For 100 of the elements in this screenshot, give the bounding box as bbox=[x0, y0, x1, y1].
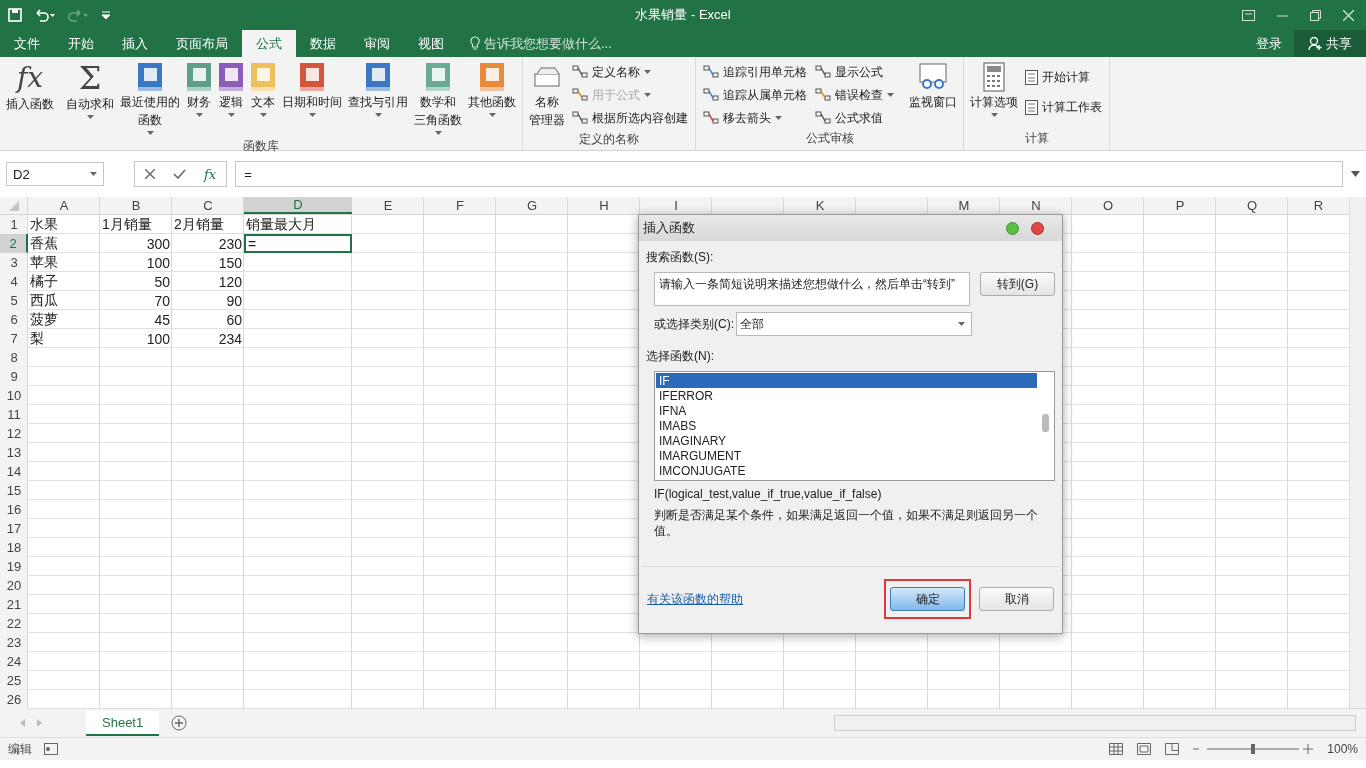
ribbon-button[interactable]: 根据所选内容创建 bbox=[569, 108, 691, 128]
column-header[interactable]: N bbox=[1000, 197, 1072, 214]
scroll-thumb[interactable] bbox=[1042, 414, 1049, 432]
cancel-button[interactable]: 取消 bbox=[979, 587, 1054, 611]
ribbon-button[interactable]: 逻辑 bbox=[216, 59, 246, 138]
column-header[interactable]: P bbox=[1144, 197, 1216, 214]
column-header[interactable]: K bbox=[784, 197, 856, 214]
column-header[interactable]: F bbox=[424, 197, 496, 214]
column-header[interactable]: H bbox=[568, 197, 640, 214]
row-header[interactable]: 15 bbox=[0, 481, 28, 500]
ribbon-button[interactable]: 日期和时间 bbox=[280, 59, 344, 138]
undo-icon[interactable] bbox=[34, 8, 56, 22]
function-item[interactable]: IMARGUMENT bbox=[656, 448, 1037, 463]
ribbon-button[interactable]: 显示公式 bbox=[812, 62, 897, 82]
column-header[interactable]: A bbox=[28, 197, 100, 214]
zoom-level[interactable]: 100% bbox=[1327, 742, 1358, 756]
function-item[interactable]: IMCONJUGATE bbox=[656, 463, 1037, 478]
restore-icon[interactable] bbox=[1310, 9, 1321, 21]
column-header[interactable]: E bbox=[352, 197, 424, 214]
column-header[interactable]: Q bbox=[1216, 197, 1288, 214]
macro-record-icon[interactable] bbox=[44, 743, 58, 755]
share-button[interactable]: 共享 bbox=[1294, 30, 1366, 57]
row-header[interactable]: 19 bbox=[0, 557, 28, 576]
row-header[interactable]: 6 bbox=[0, 310, 28, 329]
category-dropdown[interactable]: 全部 bbox=[736, 312, 972, 336]
help-dot-icon[interactable] bbox=[1006, 221, 1019, 235]
tell-me-field[interactable]: 告诉我您想要做什么... bbox=[484, 34, 612, 53]
ribbon-button[interactable]: 移去箭头 bbox=[700, 108, 810, 128]
column-header[interactable]: C bbox=[172, 197, 244, 214]
calculation-options-button[interactable]: 计算选项 bbox=[968, 59, 1020, 130]
customize-icon[interactable] bbox=[102, 10, 110, 20]
cancel-icon[interactable] bbox=[145, 169, 155, 179]
ribbon-button[interactable]: 查找与引用 bbox=[346, 59, 410, 138]
page-break-icon[interactable] bbox=[1165, 743, 1180, 755]
row-header[interactable]: 12 bbox=[0, 424, 28, 443]
row-header[interactable]: 26 bbox=[0, 690, 28, 709]
row-header[interactable]: 25 bbox=[0, 671, 28, 690]
page-layout-icon[interactable] bbox=[1137, 743, 1152, 755]
slider-thumb[interactable] bbox=[1251, 744, 1256, 754]
ribbon-button[interactable]: 定义名称 bbox=[569, 62, 691, 82]
ribbon-button[interactable]: 开始计算 bbox=[1022, 67, 1105, 87]
column-header[interactable]: B bbox=[100, 197, 172, 214]
close-icon[interactable] bbox=[1031, 221, 1044, 235]
row-header[interactable]: 21 bbox=[0, 595, 28, 614]
row-header[interactable]: 17 bbox=[0, 519, 28, 538]
column-header[interactable]: G bbox=[496, 197, 568, 214]
vertical-scrollbar[interactable] bbox=[1349, 197, 1366, 708]
sheet-tab[interactable]: Sheet1 bbox=[86, 710, 160, 736]
ribbon-button[interactable]: 错误检查 bbox=[812, 85, 897, 105]
function-item[interactable]: IFERROR bbox=[656, 388, 1037, 403]
ribbon-button[interactable]: 数学和 三角函数 bbox=[412, 59, 464, 138]
go-button[interactable]: 转到(G) bbox=[980, 272, 1055, 296]
row-header[interactable]: 9 bbox=[0, 367, 28, 386]
function-item[interactable]: IMABS bbox=[656, 418, 1037, 433]
horizontal-scrollbar[interactable] bbox=[834, 715, 1356, 731]
ribbon-display-icon[interactable] bbox=[1242, 9, 1255, 21]
row-header[interactable]: 8 bbox=[0, 348, 28, 367]
insert-function-button[interactable]: fx bbox=[204, 166, 217, 182]
function-item[interactable]: IF bbox=[656, 373, 1037, 388]
ok-button[interactable]: 确定 bbox=[890, 587, 965, 611]
row-header[interactable]: 4 bbox=[0, 272, 28, 291]
function-item[interactable]: IMAGINARY bbox=[656, 433, 1037, 448]
normal-view-icon[interactable] bbox=[1109, 743, 1124, 755]
formula-input[interactable]: = bbox=[235, 161, 1343, 187]
row-header[interactable]: 16 bbox=[0, 500, 28, 519]
column-header[interactable]: I bbox=[640, 197, 712, 214]
ribbon-tab[interactable]: 视图 bbox=[404, 30, 458, 57]
row-header[interactable]: 1 bbox=[0, 215, 28, 234]
ribbon-button[interactable]: 追踪从属单元格 bbox=[700, 85, 810, 105]
ribbon-button[interactable]: Σ 自动求和 bbox=[64, 59, 116, 138]
row-header[interactable]: 18 bbox=[0, 538, 28, 557]
check-icon[interactable] bbox=[173, 169, 186, 179]
ribbon-tab[interactable]: 公式 bbox=[242, 30, 296, 57]
ribbon-tab[interactable]: 数据 bbox=[296, 30, 350, 57]
ribbon-button[interactable]: 计算工作表 bbox=[1022, 97, 1105, 117]
ribbon-button[interactable]: 追踪引用单元格 bbox=[700, 62, 810, 82]
ribbon-tab[interactable]: 开始 bbox=[54, 30, 108, 57]
function-item[interactable]: IFNA bbox=[656, 403, 1037, 418]
column-header[interactable]: R bbox=[1288, 197, 1349, 214]
row-header[interactable]: 10 bbox=[0, 386, 28, 405]
ribbon-button[interactable]: 公式求值 bbox=[812, 108, 897, 128]
row-header[interactable]: 14 bbox=[0, 462, 28, 481]
watch-window-button[interactable]: 监视窗口 bbox=[907, 59, 959, 130]
add-sheet-icon[interactable] bbox=[171, 715, 188, 731]
expand-icon[interactable] bbox=[1351, 171, 1360, 177]
zoom-slider[interactable] bbox=[1193, 744, 1314, 754]
search-field[interactable]: 请输入一条简短说明来描述您想做什么，然后单击“转到” bbox=[654, 272, 970, 306]
column-header[interactable]: O bbox=[1072, 197, 1144, 214]
row-header[interactable]: 11 bbox=[0, 405, 28, 424]
ribbon-button[interactable]: fx 插入函数 bbox=[4, 59, 56, 138]
ribbon-button[interactable]: 文本 bbox=[248, 59, 278, 138]
row-header[interactable]: 24 bbox=[0, 652, 28, 671]
ribbon-tab[interactable]: 审阅 bbox=[350, 30, 404, 57]
row-header[interactable]: 3 bbox=[0, 253, 28, 272]
row-header[interactable]: 20 bbox=[0, 576, 28, 595]
save-icon[interactable] bbox=[8, 8, 22, 22]
ribbon-tab[interactable]: 页面布局 bbox=[162, 30, 242, 57]
ribbon-tab[interactable]: 文件 bbox=[0, 30, 54, 57]
name-manager-button[interactable]: 名称 管理器 bbox=[527, 59, 567, 131]
row-header[interactable]: 23 bbox=[0, 633, 28, 652]
